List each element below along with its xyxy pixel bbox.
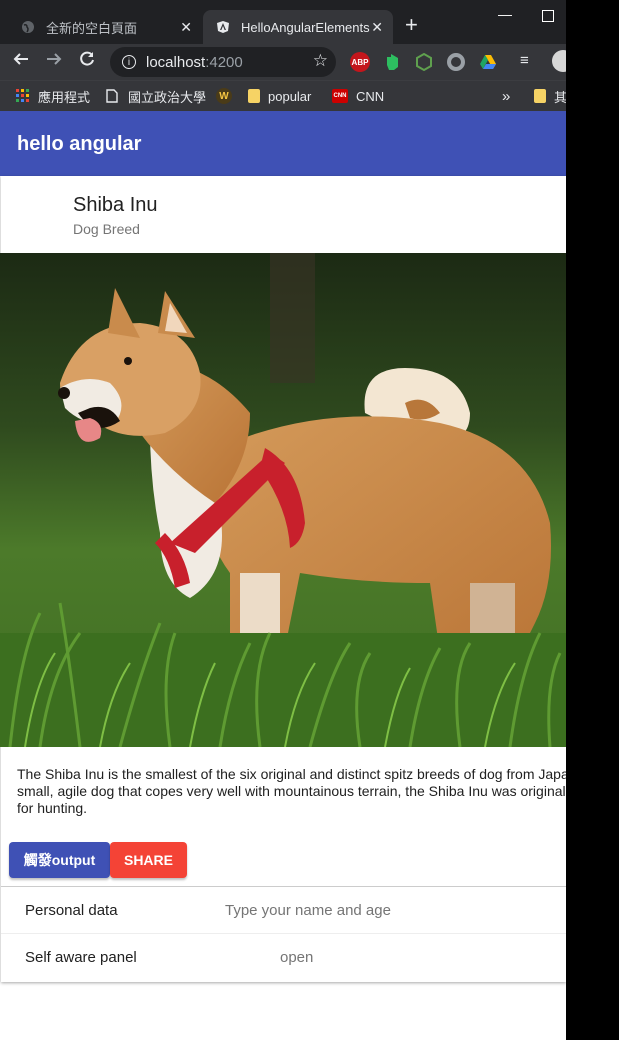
bookmark-apps[interactable]: 應用程式 — [16, 86, 90, 106]
info-icon[interactable]: i — [122, 55, 136, 69]
folder-icon — [534, 89, 546, 103]
new-tab-button[interactable]: + — [405, 14, 418, 36]
bookmark-label: popular — [268, 88, 312, 104]
bookmark-popular[interactable]: popular — [248, 86, 311, 106]
trigger-output-button[interactable]: 觸發output — [9, 842, 110, 878]
angular-logo-icon — [215, 19, 231, 35]
profile-avatar[interactable] — [552, 50, 566, 72]
url-port: :4200 — [205, 53, 243, 71]
bookmark-label: CNN — [356, 88, 385, 104]
app-title: hello angular — [17, 133, 142, 155]
w-logo-icon: W — [216, 88, 232, 104]
expansion-panel-personal-data[interactable]: Personal data Type your name and age — [1, 886, 566, 934]
maximize-icon[interactable] — [542, 10, 554, 22]
bookmark-cnn[interactable]: CNN CNN — [332, 86, 384, 106]
card-subtitle: Dog Breed — [73, 221, 140, 237]
bookmark-w[interactable]: W — [216, 86, 240, 106]
globe-icon — [20, 19, 36, 35]
cnn-logo-text: CNN — [333, 93, 347, 99]
close-tab-icon[interactable]: ✕ — [180, 19, 192, 36]
address-bar[interactable]: i localhost:4200 ☆ — [110, 47, 336, 77]
shiba-inu-photo — [0, 253, 566, 747]
reload-icon[interactable] — [78, 50, 96, 73]
panel-title: Personal data — [25, 902, 118, 919]
desktop-background — [566, 0, 619, 1040]
media-queue-icon[interactable]: ≡ — [520, 52, 529, 69]
tab-title: HelloAngularElements — [241, 19, 370, 35]
url-host: localhost — [146, 53, 206, 71]
forward-arrow-icon[interactable] — [45, 50, 63, 73]
back-arrow-icon[interactable] — [12, 50, 30, 73]
minimize-icon[interactable]: — — [498, 6, 512, 22]
page-icon — [106, 89, 120, 103]
bookmark-star-icon[interactable]: ☆ — [313, 51, 328, 71]
share-button[interactable]: SHARE — [110, 842, 187, 878]
browser-toolbar: i localhost:4200 ☆ ABP ≡ — [0, 44, 566, 80]
tab-title: 全新的空白頁面 — [46, 20, 138, 36]
bookmark-label: 其 — [554, 89, 566, 105]
circle-ext-icon[interactable] — [446, 52, 466, 72]
expansion-panel-self-aware[interactable]: Self aware panel open — [1, 934, 566, 982]
close-tab-icon[interactable]: ✕ — [371, 19, 383, 36]
browser-window: 全新的空白頁面 ✕ HelloAngularElements ✕ + — i l… — [0, 0, 566, 1040]
bookmark-label: 國立政治大學 — [128, 89, 207, 105]
panel-title: Self aware panel — [25, 949, 137, 966]
app-toolbar: hello angular — [0, 111, 566, 176]
google-drive-icon[interactable] — [478, 52, 498, 72]
bookmarks-bar: 應用程式 國立政治大學 W popular CNN CNN » 其 — [0, 80, 566, 111]
bookmark-nccu[interactable]: 國立政治大學 — [106, 86, 206, 106]
bookmark-other[interactable]: 其 — [534, 86, 566, 106]
panel-description: Type your name and age — [225, 902, 391, 919]
tab-new-blank-page[interactable]: 全新的空白頁面 ✕ — [8, 10, 202, 44]
tab-hello-angular-elements[interactable]: HelloAngularElements ✕ — [203, 10, 393, 44]
card-description: The Shiba Inu is the smallest of the six… — [17, 766, 566, 816]
dog-card: Shiba Inu Dog Breed The Shiba Inu is the… — [0, 176, 566, 982]
more-bookmarks-chevron-icon[interactable]: » — [502, 86, 510, 106]
folder-icon — [248, 89, 260, 103]
adblock-icon[interactable]: ABP — [350, 52, 370, 72]
bookmark-label: 應用程式 — [38, 89, 91, 105]
panel-description: open — [280, 949, 314, 966]
card-title: Shiba Inu — [73, 194, 158, 216]
nodejs-icon[interactable] — [414, 52, 434, 72]
cnn-logo-icon: CNN — [332, 89, 348, 103]
adblock-label: ABP — [351, 57, 369, 67]
w-logo-text: W — [219, 90, 229, 102]
apps-grid-icon — [16, 89, 30, 103]
tab-strip: 全新的空白頁面 ✕ HelloAngularElements ✕ + — — [0, 0, 566, 44]
evernote-icon[interactable] — [382, 52, 402, 72]
